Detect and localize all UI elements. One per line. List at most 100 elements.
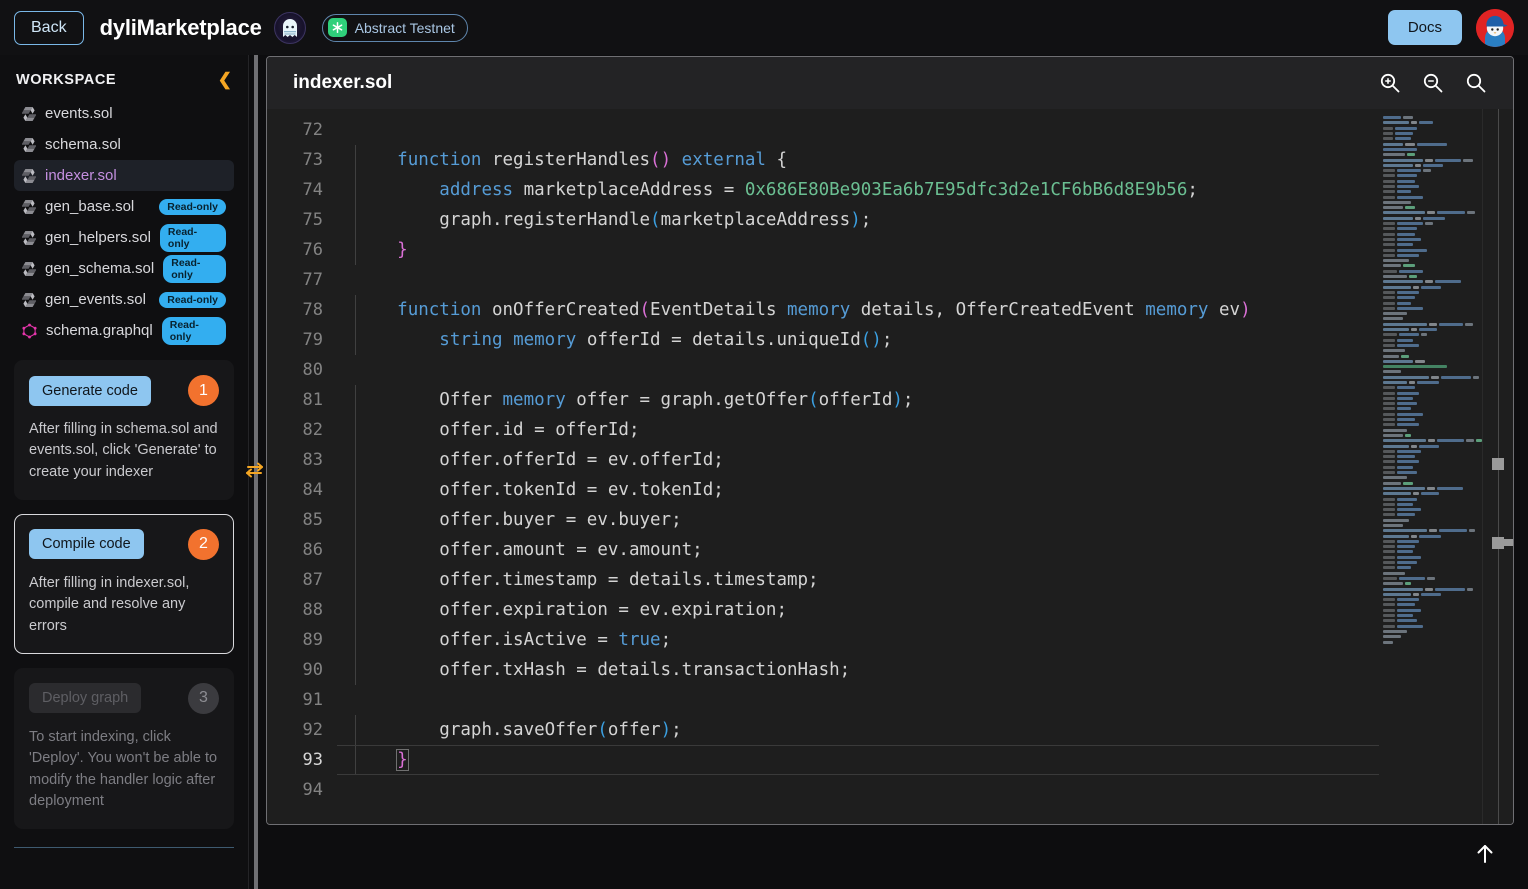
minimap-segment	[1425, 588, 1433, 591]
minimap-segment	[1435, 159, 1461, 162]
code-line[interactable]: string memory offerId = details.uniqueId…	[337, 325, 1513, 355]
minimap-segment	[1421, 333, 1427, 336]
editor-scrollbar[interactable]	[1483, 109, 1513, 825]
chevron-left-icon[interactable]: ❮	[218, 71, 232, 88]
sidebar-file-gen_helpers-sol[interactable]: gen_helpers.solRead-only	[14, 222, 234, 253]
back-button[interactable]: Back	[14, 11, 84, 45]
code-token: memory	[787, 300, 850, 320]
code-line[interactable]	[337, 775, 1513, 805]
code-token: offer = graph.getOffer	[566, 390, 808, 410]
code-token: graph.registerHandle	[439, 210, 650, 230]
code-line[interactable]: function onOfferCreated(EventDetails mem…	[337, 295, 1513, 325]
code-line[interactable]: graph.saveOffer(offer);	[337, 715, 1513, 745]
minimap-segment	[1397, 291, 1419, 294]
minimap-segment	[1397, 545, 1415, 548]
scroll-to-top-button[interactable]	[1464, 835, 1506, 877]
minimap-segment	[1383, 609, 1395, 612]
minimap-segment	[1383, 344, 1395, 347]
sidebar-file-gen_schema-sol[interactable]: gen_schema.solRead-only	[14, 253, 234, 284]
code-line[interactable]: Offer memory offer = graph.getOffer(offe…	[337, 385, 1513, 415]
code-token: ()	[861, 330, 882, 350]
code-line[interactable]: offer.amount = ev.amount;	[337, 535, 1513, 565]
minimap-segment	[1405, 582, 1411, 585]
minimap-segment	[1383, 603, 1395, 606]
sidebar-file-gen_base-sol[interactable]: gen_base.solRead-only	[14, 191, 234, 222]
line-number: 93	[267, 745, 337, 775]
editor-toolbar	[1379, 72, 1487, 94]
minimap-segment	[1383, 370, 1401, 373]
code-line[interactable]: offer.expiration = ev.expiration;	[337, 595, 1513, 625]
code-line[interactable]: offer.buyer = ev.buyer;	[337, 505, 1513, 535]
code-line[interactable]: address marketplaceAddress = 0x686E80Be9…	[337, 175, 1513, 205]
minimap-segment	[1383, 492, 1411, 495]
indent-guide	[355, 235, 356, 265]
code-line[interactable]: graph.registerHandle(marketplaceAddress)…	[337, 205, 1513, 235]
code-line[interactable]: offer.txHash = details.transactionHash;	[337, 655, 1513, 685]
minimap-segment	[1411, 328, 1417, 331]
code-line[interactable]	[337, 265, 1513, 295]
docs-button[interactable]: Docs	[1388, 10, 1462, 45]
code-line[interactable]: offer.timestamp = details.timestamp;	[337, 565, 1513, 595]
sidebar-file-events-sol[interactable]: events.sol	[14, 98, 234, 129]
code-token: details, OfferCreatedEvent	[850, 300, 1145, 320]
step-button-1[interactable]: Generate code	[29, 376, 151, 406]
search-icon[interactable]	[1465, 72, 1487, 94]
sidebar-file-indexer-sol[interactable]: indexer.sol	[14, 160, 234, 191]
minimap-segment	[1397, 471, 1417, 474]
code-token: ;	[671, 720, 682, 740]
code-line[interactable]: offer.id = offerId;	[337, 415, 1513, 445]
sidebar-file-schema-sol[interactable]: schema.sol	[14, 129, 234, 160]
step-description: To start indexing, click 'Deploy'. You w…	[29, 727, 219, 812]
code-line[interactable]	[337, 115, 1513, 145]
abstract-chain-icon	[328, 18, 347, 37]
minimap-segment	[1383, 540, 1395, 543]
code-token: ()	[650, 150, 671, 170]
chain-selector[interactable]: Abstract Testnet	[322, 14, 468, 42]
minimap-segment	[1397, 550, 1413, 553]
minimap-segment	[1399, 577, 1425, 580]
code-minimap[interactable]	[1379, 109, 1483, 825]
code-token: {	[766, 150, 787, 170]
minimap-segment	[1383, 222, 1395, 225]
solidity-icon	[22, 168, 36, 184]
minimap-segment	[1383, 127, 1393, 130]
minimap-segment	[1397, 190, 1411, 193]
scrollbar-thumb[interactable]	[1492, 537, 1504, 549]
minimap-segment	[1383, 625, 1395, 628]
zoom-in-icon[interactable]	[1379, 72, 1401, 94]
zoom-out-icon[interactable]	[1422, 72, 1444, 94]
minimap-segment	[1383, 550, 1395, 553]
panel-resize-handle[interactable]	[249, 55, 261, 889]
code-line[interactable]: offer.offerId = ev.offerId;	[337, 445, 1513, 475]
minimap-segment	[1383, 307, 1395, 310]
code-line[interactable]	[337, 685, 1513, 715]
code-token: offer.timestamp = details.timestamp;	[439, 570, 818, 590]
code-token: (	[597, 720, 608, 740]
code-line[interactable]: offer.isActive = true;	[337, 625, 1513, 655]
sidebar-file-gen_events-sol[interactable]: gen_events.solRead-only	[14, 284, 234, 315]
minimap-segment	[1383, 476, 1407, 479]
code-line[interactable]	[337, 355, 1513, 385]
graphql-icon	[22, 323, 37, 339]
page-title: dyliMarketplace	[100, 15, 262, 41]
minimap-segment	[1383, 381, 1407, 384]
avatar[interactable]	[1476, 9, 1514, 47]
code-line[interactable]: }	[337, 745, 1513, 775]
code-editor-panel: indexer.sol	[266, 56, 1514, 825]
code-line[interactable]: offer.tokenId = ev.tokenId;	[337, 475, 1513, 505]
code-line[interactable]: function registerHandles() external {	[337, 145, 1513, 175]
code-line[interactable]: }	[337, 235, 1513, 265]
line-number: 87	[267, 565, 337, 595]
code-content[interactable]: function registerHandles() external { ad…	[337, 109, 1513, 825]
minimap-segment	[1383, 386, 1395, 389]
minimap-segment	[1383, 180, 1395, 183]
sidebar-file-schema-graphql[interactable]: schema.graphqlRead-only	[14, 315, 234, 346]
step-button-2[interactable]: Compile code	[29, 529, 144, 559]
code-token: ev	[1208, 300, 1240, 320]
sidebar-divider	[14, 847, 234, 848]
minimap-segment	[1383, 376, 1429, 379]
code-area[interactable]: 7273747576777879808182838485868788899091…	[267, 109, 1513, 825]
minimap-segment	[1419, 535, 1441, 538]
step-number-badge: 1	[188, 375, 219, 406]
step-card-3: Deploy graph3To start indexing, click 'D…	[14, 668, 234, 829]
